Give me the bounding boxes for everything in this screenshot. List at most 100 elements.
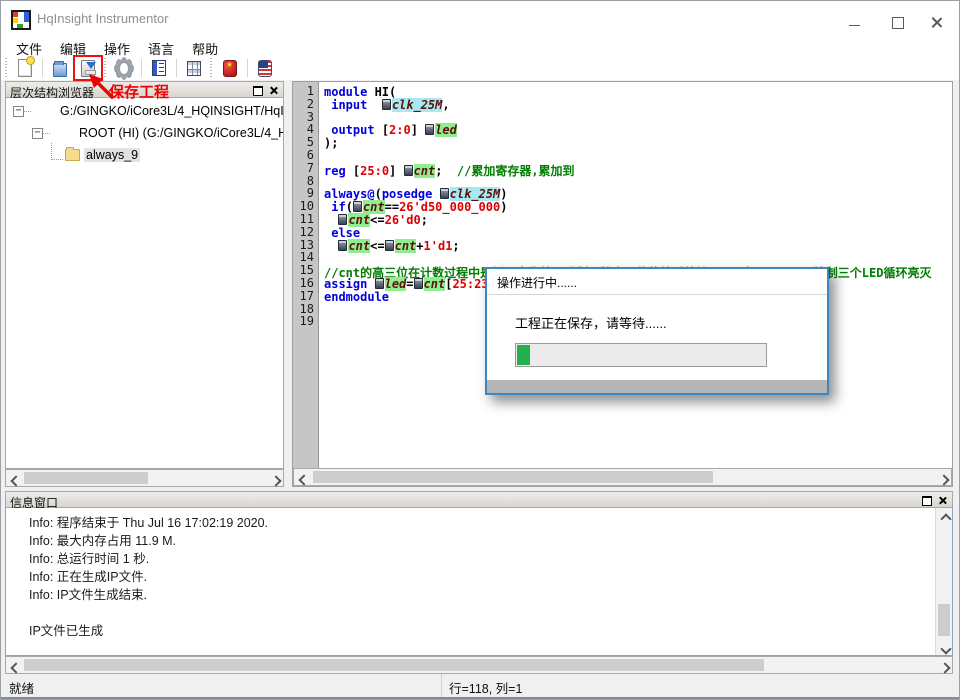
chevron-right-icon — [939, 662, 950, 673]
scrollbar-thumb[interactable] — [938, 604, 950, 636]
code-line[interactable]: else — [324, 226, 952, 239]
code-line[interactable] — [324, 149, 952, 162]
code-line[interactable] — [324, 111, 952, 124]
code-line[interactable]: input clk_25M, — [324, 98, 952, 111]
cursor-position: 行=118, 列=1 — [449, 678, 522, 697]
code-token: ; — [435, 164, 457, 178]
log-line: Info: IP文件生成结束. — [29, 586, 936, 604]
tree-item[interactable]: − ROOT (HI) (G:/GINGKO/iCore3L/4_H — [6, 124, 283, 142]
chevron-left-icon — [10, 475, 21, 486]
editor-hscrollbar[interactable] — [293, 468, 952, 486]
tree-item-label: always_9 — [84, 148, 140, 162]
line-number: 8 — [293, 175, 318, 188]
scroll-left-button[interactable] — [294, 469, 311, 485]
tree-item-label: G:/GINGKO/iCore3L/4_HQINSIGHT/HqI — [60, 104, 284, 118]
code-token: cnt — [348, 239, 370, 253]
code-line[interactable]: module HI( — [324, 85, 952, 98]
line-number: 6 — [293, 149, 318, 162]
tree-item[interactable]: − G:/GINGKO/iCore3L/4_HQINSIGHT/HqI — [6, 102, 283, 120]
line-number-gutter: 12345678910111213141516171819 — [293, 82, 319, 469]
code-token: , — [442, 98, 449, 112]
line-number: 12 — [293, 226, 318, 239]
app-logo-icon — [11, 10, 31, 30]
tree-item-label: ROOT (HI) (G:/GINGKO/iCore3L/4_H — [79, 126, 284, 140]
scrollbar-thumb[interactable] — [24, 659, 764, 671]
close-icon — [269, 86, 278, 95]
probe-icon — [353, 201, 362, 212]
info-hscrollbar[interactable] — [5, 656, 953, 674]
code-token: ; — [421, 213, 428, 227]
scroll-down-button[interactable] — [936, 639, 952, 655]
code-line[interactable]: always@(posedge clk_25M) — [324, 187, 952, 200]
minimize-button[interactable] — [837, 6, 871, 32]
chevron-left-icon — [10, 662, 21, 673]
scroll-right-button[interactable] — [934, 469, 951, 485]
tree-item[interactable]: always_9 — [6, 146, 283, 164]
info-vscrollbar[interactable] — [935, 508, 952, 655]
panel-float-button[interactable] — [920, 494, 934, 506]
scroll-right-button[interactable] — [266, 470, 283, 486]
code-line[interactable]: reg [25:0] cnt; //累加寄存器,累加到 — [324, 162, 952, 175]
code-token: cnt — [424, 277, 446, 291]
line-number: 2 — [293, 98, 318, 111]
code-line[interactable] — [324, 251, 952, 264]
code-token: clk_25M — [392, 98, 443, 112]
toolbar-grip[interactable] — [210, 58, 214, 78]
code-token — [324, 239, 338, 253]
scroll-left-button[interactable] — [6, 470, 23, 486]
hierarchy-tree[interactable]: − G:/GINGKO/iCore3L/4_HQINSIGHT/HqI − ROOT … — [5, 98, 284, 469]
close-button[interactable] — [919, 6, 953, 32]
scrollbar-thumb[interactable] — [24, 472, 148, 484]
code-line[interactable]: output [2:0] led — [324, 123, 952, 136]
code-token: ) — [500, 200, 507, 214]
new-document-icon — [18, 59, 32, 77]
panel-close-button[interactable] — [935, 494, 949, 506]
maximize-button[interactable] — [881, 6, 915, 32]
toolbar-separator — [141, 59, 142, 77]
info-panel: 信息窗口 Info: 程序结束于 Thu Jul 16 17:02:19 202… — [5, 491, 953, 674]
lang-english-button[interactable] — [252, 57, 278, 79]
scroll-left-button[interactable] — [6, 657, 23, 673]
code-token: <= — [370, 213, 384, 227]
code-line[interactable]: cnt<=26'd0; — [324, 213, 952, 226]
scroll-right-button[interactable] — [935, 657, 952, 673]
toolbar-grip[interactable] — [5, 58, 9, 78]
hierarchy-view-icon — [152, 60, 166, 76]
scroll-up-button[interactable] — [936, 508, 952, 524]
code-token: [ — [346, 164, 360, 178]
toolbar-separator — [247, 59, 248, 77]
table-view-button[interactable] — [181, 57, 207, 79]
toolbar — [1, 56, 959, 80]
code-line[interactable]: cnt<=cnt+1'd1; — [324, 239, 952, 252]
panel-float-button[interactable] — [251, 84, 265, 96]
open-project-button[interactable] — [47, 57, 73, 79]
probe-icon — [338, 214, 347, 225]
probe-icon — [382, 99, 391, 110]
hierarchy-view-button[interactable] — [146, 57, 172, 79]
code-token: 26'd0 — [385, 213, 421, 227]
line-number: 7 — [293, 162, 318, 175]
code-token: endmodule — [324, 290, 389, 304]
info-log-area[interactable]: Info: 程序结束于 Thu Jul 16 17:02:19 2020.Inf… — [5, 508, 953, 656]
code-line[interactable]: if(cnt==26'd50_000_000) — [324, 200, 952, 213]
probe-icon — [404, 165, 413, 176]
new-document-button[interactable] — [12, 57, 38, 79]
panel-close-button[interactable] — [266, 84, 280, 96]
line-number: 17 — [293, 290, 318, 303]
lang-chinese-icon — [223, 60, 237, 77]
table-view-icon — [187, 61, 201, 76]
log-line: Info: 最大内存占用 11.9 M. — [29, 532, 936, 550]
scrollbar-thumb[interactable] — [313, 471, 713, 483]
tree-expander-icon[interactable]: − — [32, 128, 43, 139]
code-token: //累加寄存器,累加到 — [457, 164, 575, 178]
tree-expander-icon[interactable]: − — [13, 106, 24, 117]
window-title: HqInsight Instrumentor — [37, 11, 169, 26]
tree-hscrollbar[interactable] — [5, 469, 284, 487]
lang-chinese-button[interactable] — [217, 57, 243, 79]
code-token — [367, 98, 381, 112]
probe-icon — [385, 240, 394, 251]
close-icon — [938, 496, 947, 505]
dialog-separator — [487, 294, 827, 295]
title-bar[interactable]: HqInsight Instrumentor — [1, 1, 959, 37]
code-line[interactable]: ); — [324, 136, 952, 149]
